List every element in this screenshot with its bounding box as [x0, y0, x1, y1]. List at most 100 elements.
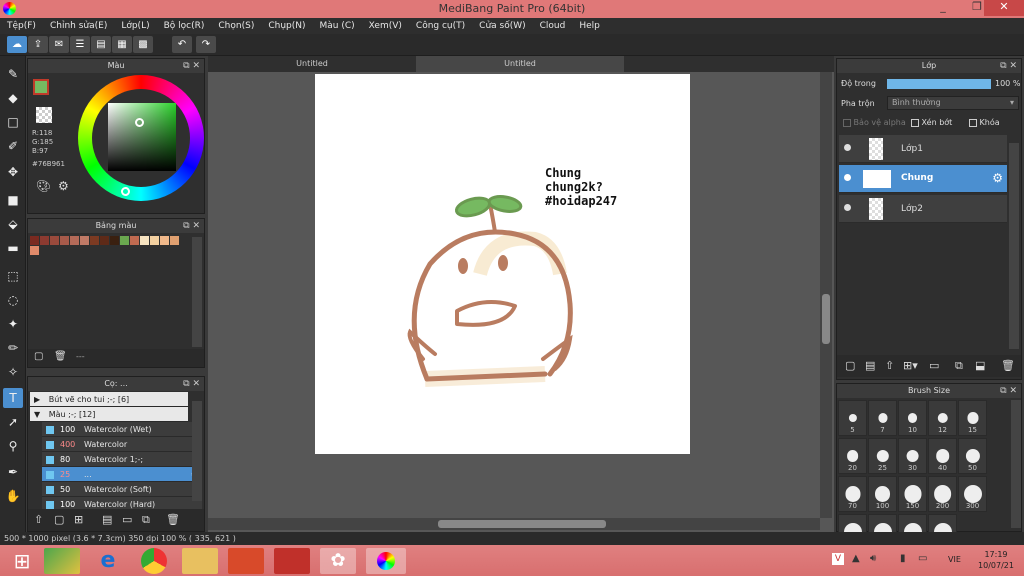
palette-swatch[interactable] — [30, 236, 39, 245]
menu-window[interactable]: Cửa số(W) — [472, 18, 532, 34]
layer-scrollbar[interactable] — [1009, 143, 1019, 349]
dropper-tool-icon[interactable]: ⚲ — [3, 436, 23, 456]
minimize-button[interactable]: _ — [930, 0, 956, 16]
vertical-scroll-thumb[interactable] — [822, 294, 830, 344]
gear-icon[interactable]: ⚙ — [992, 171, 1003, 185]
select-eraser-tool-icon[interactable]: ✧ — [3, 362, 23, 382]
palette-icon[interactable]: 🎨︎ — [36, 179, 51, 193]
fill-rect-tool-icon[interactable]: ■ — [3, 190, 23, 210]
brush-group[interactable]: ▶ Bút vẽ cho tui ;-; [6] — [30, 392, 188, 407]
upload-icon[interactable]: ⇪ — [28, 36, 48, 53]
palette-swatch[interactable] — [110, 236, 119, 245]
trash-icon[interactable]: 🗑︎ — [54, 351, 67, 362]
palette-swatch[interactable] — [70, 236, 79, 245]
redo-icon[interactable]: ↷ — [196, 36, 216, 53]
brush-upload-icon[interactable]: ⇧ — [34, 513, 43, 526]
brush-item[interactable]: 25 ...⚙ — [42, 467, 202, 482]
bucket-tool-icon[interactable]: ⬙ — [3, 214, 23, 234]
windows-start-icon[interactable]: ⊞ — [4, 548, 40, 574]
panel-close-icon[interactable]: ⧉ ✕ — [1000, 59, 1017, 73]
tab-untitled-1[interactable]: Untitled — [208, 56, 416, 72]
palette-swatch[interactable] — [120, 236, 129, 245]
canvas-horizontal-scrollbar[interactable] — [208, 518, 820, 530]
brush-size-cell[interactable]: 30 — [898, 438, 927, 474]
palette-swatch[interactable] — [130, 236, 139, 245]
eyedropper-tool-icon[interactable]: ✒ — [3, 462, 23, 482]
bluestacks-icon[interactable] — [44, 548, 80, 574]
layer-upload-icon[interactable]: ⇧ — [885, 359, 894, 372]
brush-group[interactable]: ▼ Màu ;-; [12] — [30, 407, 188, 422]
menu-edit[interactable]: Chỉnh sửa(E) — [43, 18, 114, 34]
eye-icon[interactable] — [844, 204, 851, 211]
file-explorer-icon[interactable] — [182, 548, 218, 574]
volume-icon[interactable]: 🔊︎ — [870, 553, 876, 564]
brush-size-cell[interactable]: 40 — [928, 438, 957, 474]
layer-row[interactable]: Lớp1 — [839, 135, 1007, 163]
taskbar-app-icon[interactable]: ✿ — [320, 548, 356, 574]
palette-swatch[interactable] — [60, 236, 69, 245]
lock-checkbox[interactable] — [969, 118, 977, 127]
palette-swatch[interactable] — [170, 236, 179, 245]
eye-icon[interactable] — [844, 144, 851, 151]
blend-mode-select[interactable]: Bình thường ▾ — [887, 96, 1019, 110]
lasso-tool-icon[interactable]: ◌ — [3, 290, 23, 310]
saturation-value-square[interactable] — [108, 103, 176, 171]
layer-add-menu-icon[interactable]: ⊞▾ — [903, 359, 918, 372]
menu-layer[interactable]: Lớp(L) — [114, 18, 156, 34]
menu-cloud[interactable]: Cloud — [533, 18, 573, 34]
app-grid-icon[interactable] — [274, 548, 310, 574]
brush-size-cell[interactable] — [838, 514, 867, 532]
menu-snap[interactable]: Chụp(N) — [261, 18, 312, 34]
dot-tool-icon[interactable]: ✐ — [3, 136, 23, 156]
palette-swatch[interactable] — [30, 246, 39, 255]
menu-filter[interactable]: Bộ lọc(R) — [157, 18, 212, 34]
trash-icon[interactable]: 🗑︎ — [1001, 359, 1015, 372]
palette-swatch[interactable] — [50, 236, 59, 245]
brush-doc-icon[interactable]: ▤ — [102, 513, 112, 526]
folder-icon[interactable]: ▭ — [122, 513, 132, 526]
tray-arrow-icon[interactable]: ▲ — [852, 553, 860, 564]
palette-scrollbar[interactable] — [192, 237, 202, 347]
select-rect-tool-icon[interactable]: ⬚ — [3, 266, 23, 286]
horizontal-scroll-thumb[interactable] — [438, 520, 606, 528]
new-raster-icon[interactable]: ▤ — [865, 359, 875, 372]
palette-swatch[interactable] — [100, 236, 109, 245]
undo-icon[interactable]: ↶ — [172, 36, 192, 53]
brush-new-icon[interactable]: ▢ — [54, 513, 64, 526]
menu-help[interactable]: Help — [572, 18, 607, 34]
trash-icon[interactable]: 🗑︎ — [166, 513, 180, 526]
brush-size-cell[interactable]: 300 — [958, 476, 987, 512]
brush-size-cell[interactable]: 12 — [928, 400, 957, 436]
brush-scrollbar[interactable] — [192, 401, 202, 501]
opacity-slider[interactable] — [887, 79, 991, 89]
foreground-color-swatch[interactable] — [33, 79, 49, 95]
chat-icon[interactable]: ☰ — [70, 36, 90, 53]
shape-tool-icon[interactable]: □ — [3, 112, 23, 132]
chrome-icon[interactable] — [141, 548, 167, 574]
brush-item[interactable]: 400 Watercolor — [42, 437, 202, 452]
brush-size-cell[interactable] — [898, 514, 927, 532]
folder-icon[interactable]: ▭ — [929, 359, 939, 372]
drawing-canvas[interactable]: Chung chung2k? #hoidap247 — [315, 74, 690, 454]
brush-size-cell[interactable]: 5 — [838, 400, 867, 436]
brush-size-cell[interactable]: 10 — [898, 400, 927, 436]
sv-picker-handle[interactable] — [135, 118, 144, 127]
menu-view[interactable]: Xem(V) — [362, 18, 409, 34]
brush-size-cell[interactable]: 100 — [868, 476, 897, 512]
menu-tools[interactable]: Công cụ(T) — [409, 18, 472, 34]
clipping-checkbox[interactable] — [911, 118, 919, 127]
tray-v-icon[interactable]: V — [832, 553, 844, 565]
duplicate-icon[interactable]: ⧉ — [955, 359, 963, 373]
brush-size-cell[interactable] — [928, 514, 957, 532]
canvas-vertical-scrollbar[interactable] — [820, 72, 832, 518]
palette-add-icon[interactable]: ⚙ — [58, 179, 69, 193]
cloud-icon[interactable]: ☁ — [7, 36, 27, 53]
brush-size-cell[interactable]: 25 — [868, 438, 897, 474]
palette-swatch[interactable] — [150, 236, 159, 245]
palette-swatch[interactable] — [140, 236, 149, 245]
gradient-tool-icon[interactable]: ▬ — [3, 238, 23, 258]
new-layer-icon[interactable]: ▢ — [845, 359, 855, 372]
eraser-tool-icon[interactable]: ◆ — [3, 88, 23, 108]
transparent-swatch[interactable] — [36, 107, 52, 123]
menu-color[interactable]: Màu (C) — [313, 18, 362, 34]
